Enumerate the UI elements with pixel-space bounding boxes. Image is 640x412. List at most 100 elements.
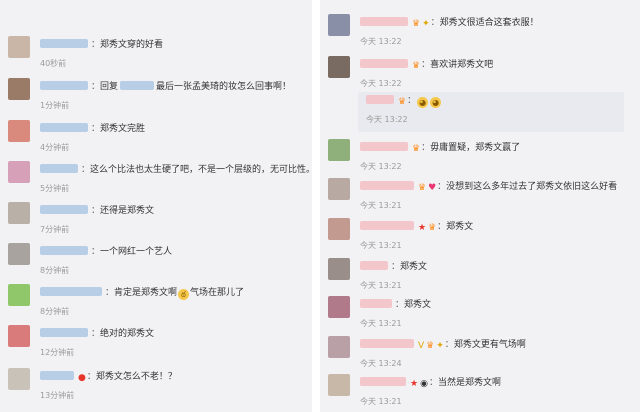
comment-text: 气场在那儿了 [190,288,245,298]
avatar[interactable] [8,36,30,58]
comment-time: 13分钟前 [40,391,75,400]
comment-line: ：郑秀文完胜 [40,122,306,136]
comment-time: 4分钟前 [40,143,70,152]
username[interactable] [360,377,406,386]
mention-link[interactable] [120,81,155,90]
heart-badge-icon: ♥ [428,183,437,193]
comment-line: ♛ ♥：没想到这么多年过去了郑秀文依旧这么好看 [360,180,634,194]
username[interactable] [40,39,88,48]
comment-line: ：绝对的郑秀文 [40,327,306,341]
username[interactable] [360,59,408,68]
avatar[interactable] [328,258,350,280]
fan-badge-icon: ✦ [422,19,430,29]
comment-text: 当然是郑秀文啊 [437,378,501,388]
username[interactable] [40,371,74,380]
username[interactable] [40,246,88,255]
right-comment-panel: ♛ ✦：郑秀文很适合这套衣服！ 今天 13:22 ♛：喜欢讲郑秀文吧 今天 13:… [320,0,640,412]
avatar[interactable] [328,218,350,240]
vip-badge-icon: ♛ [412,144,421,154]
username[interactable] [40,328,88,337]
vip-badge-icon: ♛ [418,183,427,193]
comment-text: 郑秀文 [446,222,474,232]
comment-line: ：还得是郑秀文 [40,204,306,218]
comment-time: 今天 13:21 [360,241,402,250]
username[interactable] [40,81,88,90]
laughing-emoji-icon: ◕ [417,97,429,108]
avatar[interactable] [328,56,350,78]
comment-text: 绝对的郑秀文 [100,329,155,339]
username[interactable] [40,123,88,132]
comment-time: 8分钟前 [40,266,70,275]
comment-line: ★ ♛：郑秀文 [360,220,634,234]
username[interactable] [360,261,388,270]
username[interactable] [360,299,392,308]
username[interactable] [40,287,102,296]
comment-line: ★ ◉：当然是郑秀文啊 [360,376,634,390]
avatar[interactable] [328,296,350,318]
username[interactable] [360,17,408,26]
avatar[interactable] [8,243,30,265]
laughing-emoji-icon: ◕ [430,97,442,108]
comment-time: 今天 13:22 [360,79,402,88]
comment-line: ：郑秀文 [360,298,634,312]
username[interactable] [40,164,78,173]
comment-time: 今天 13:21 [360,319,402,328]
avatar[interactable] [8,368,30,390]
comment-time: 8分钟前 [40,307,70,316]
username[interactable] [360,221,414,230]
username[interactable] [40,205,88,214]
avatar[interactable] [328,178,350,200]
vip-badge-icon: ♛ [398,97,407,107]
comment-text: 郑秀文 [404,300,432,310]
reply-prefix: 回复 [100,82,119,92]
username[interactable] [360,142,408,151]
v-badge-icon: V [418,341,425,351]
comment-text: 郑秀文 [400,262,428,272]
comment-time: 今天 13:22 [366,115,408,124]
avatar[interactable] [8,284,30,306]
username[interactable] [360,339,414,348]
member-badge-icon: ● [78,373,86,383]
comment-line: ：一个网红一个艺人 [40,245,306,259]
comment-line: ：郑秀文 [360,260,634,274]
comment-line: ：郑秀文穿的好看 [40,38,306,52]
username[interactable] [366,95,394,104]
comment-line: V ♛ ✦：郑秀文更有气场啊 [360,338,634,352]
comment-time: 5分钟前 [40,184,70,193]
avatar[interactable] [328,374,350,396]
comment-line: ♛：喜欢讲郑秀文吧 [360,58,634,72]
left-comment-panel: ：郑秀文穿的好看 40秒前 ：回复 最后一张孟美琦的妆怎么回事啊！ 1分钟前 ：郑… [0,0,316,412]
comment-time: 12分钟前 [40,348,75,357]
comment-line: ：回复 最后一张孟美琦的妆怎么回事啊！ [40,80,306,94]
grimace-emoji-icon: ఠ [178,289,190,300]
avatar[interactable] [8,78,30,100]
avatar[interactable] [328,336,350,358]
comment-text: 一个网红一个艺人 [100,247,173,257]
comment-time: 今天 13:21 [360,281,402,290]
comment-time: 今天 13:24 [360,359,402,368]
avatar[interactable] [8,325,30,347]
comment-text: 郑秀文很适合这套衣服！ [439,18,539,28]
comment-text: 郑秀文更有气场啊 [453,340,526,350]
comment-time: 今天 13:22 [360,37,402,46]
comment-time: 1分钟前 [40,101,70,110]
comment-text: 肯定是郑秀文啊 [114,288,178,298]
comment-text: 没想到这么多年过去了郑秀文依旧这么好看 [446,182,618,192]
avatar[interactable] [328,139,350,161]
comment-time: 今天 13:22 [360,162,402,171]
vip-badge-icon: ♛ [428,223,437,233]
avatar[interactable] [8,202,30,224]
username[interactable] [360,181,414,190]
comment-text: 毋庸置疑，郑秀文赢了 [430,143,521,153]
avatar[interactable] [8,120,30,142]
comment-time: 今天 13:21 [360,397,402,406]
avatar[interactable] [8,161,30,183]
comment-text: 最后一张孟美琦的妆怎么回事啊！ [156,82,292,92]
star-badge-icon: ★ [418,223,427,233]
comment-text: 这么个比法也太生硬了吧，不是一个层级的，无可比性。 [90,165,316,175]
comment-text: 还得是郑秀文 [100,206,155,216]
reply-box: ♛： ◕ ◕ 今天 13:22 [358,92,624,132]
panda-badge-icon: ◉ [420,379,428,389]
avatar[interactable] [328,14,350,36]
comment-line: ♛： ◕ ◕ [366,94,618,108]
